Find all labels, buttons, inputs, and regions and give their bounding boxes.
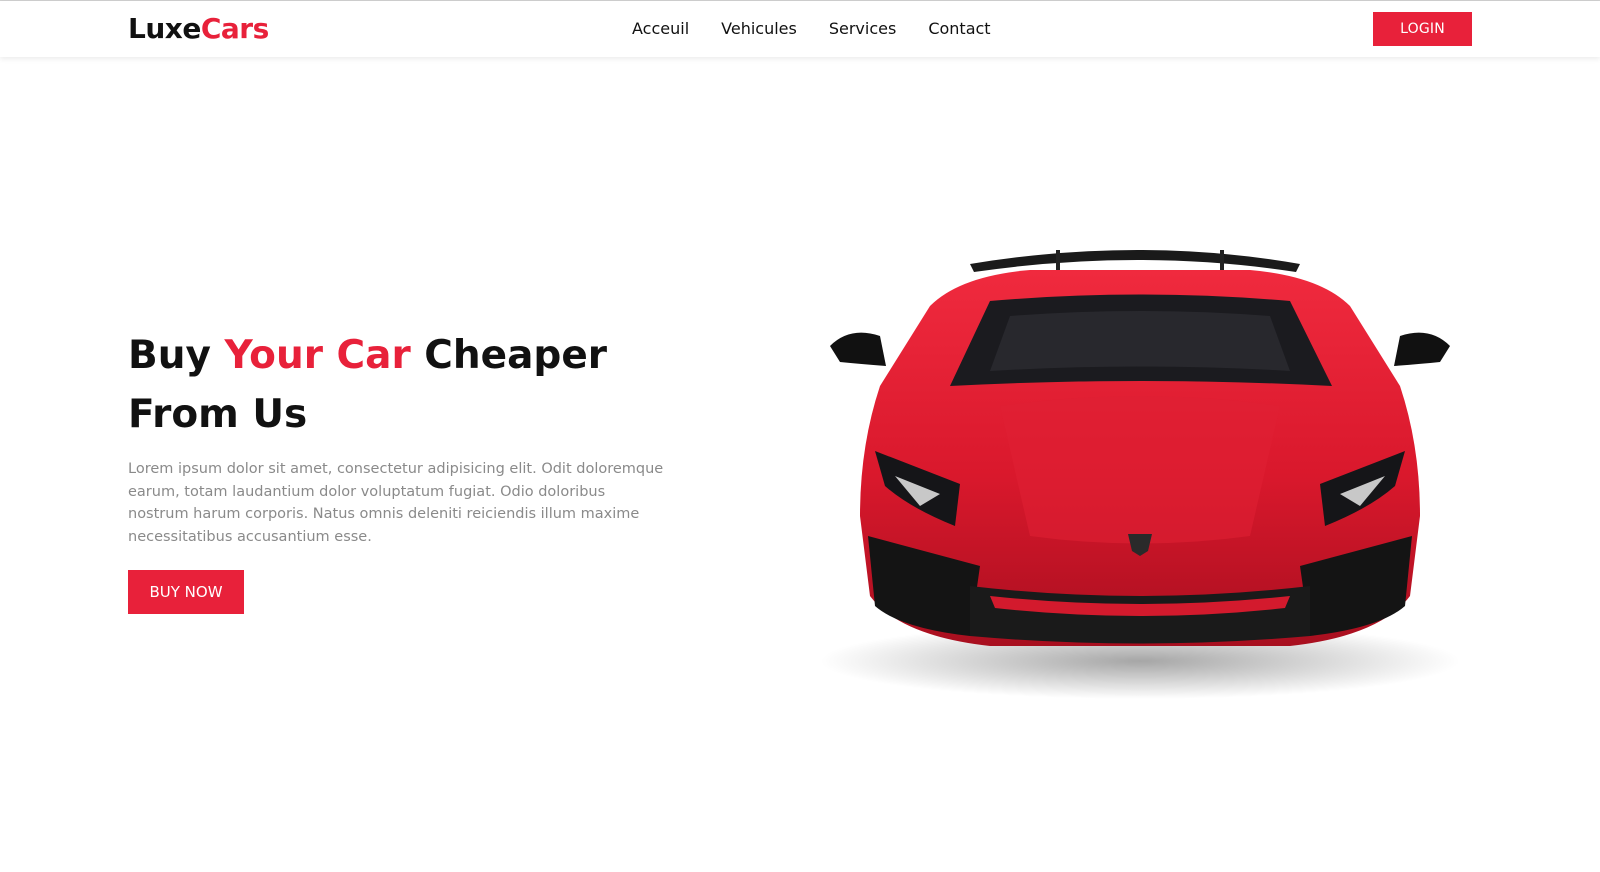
hero-description: Lorem ipsum dolor sit amet, consectetur … [128,461,664,545]
nav-link-services[interactable]: Services [829,17,896,41]
nav-link-contact[interactable]: Contact [928,17,990,41]
hero-title-highlight: Your Car [224,333,411,378]
main-nav: Acceuil Vehicules Services Contact [632,17,991,41]
hero-title: Buy Your Car Cheaper From Us [128,326,688,444]
nav-link-vehicules[interactable]: Vehicules [721,17,797,41]
hero-title-part2: Cheaper [410,333,608,378]
brand-logo[interactable]: LuxeCars [128,13,269,45]
login-button[interactable]: LOGIN [1373,12,1472,46]
logo-text-luxe: Luxe [128,12,201,45]
site-header: LuxeCars Acceuil Vehicules Services Cont… [0,1,1600,57]
buy-now-button[interactable]: BUY NOW [128,570,244,614]
red-sports-car-image [820,250,1460,699]
hero-title-line2: From Us [128,392,308,437]
hero-title-part1: Buy [128,333,225,378]
logo-text-cars: Cars [200,12,269,45]
nav-link-acceuil[interactable]: Acceuil [632,17,689,41]
